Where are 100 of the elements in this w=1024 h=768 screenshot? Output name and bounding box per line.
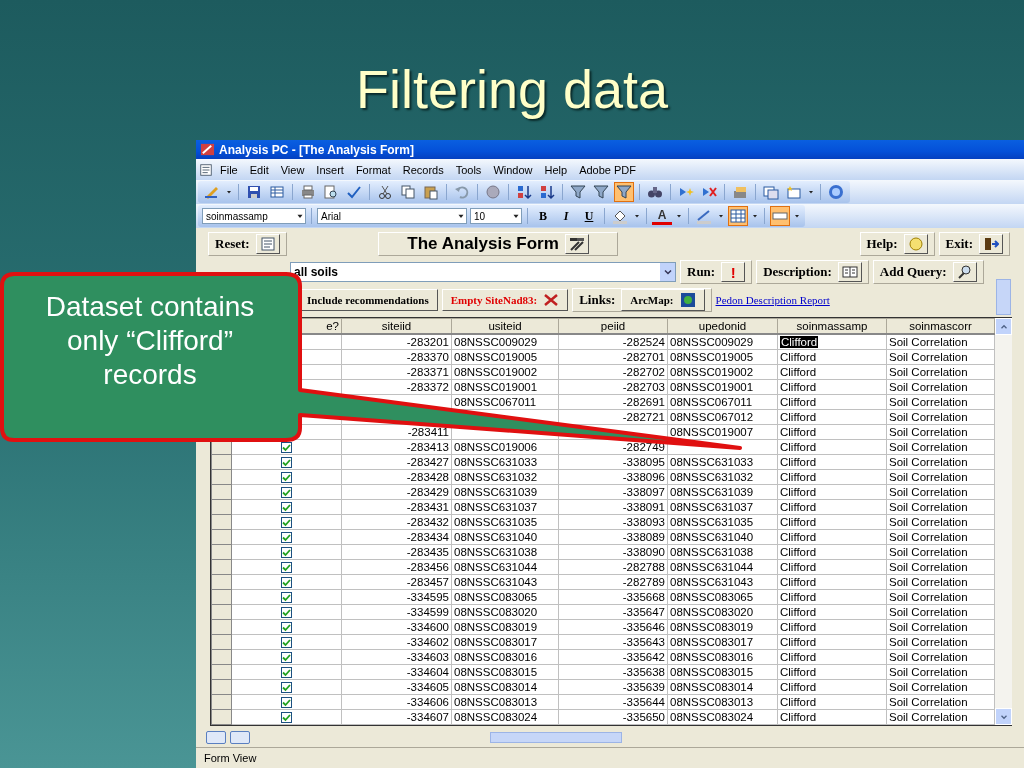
cross-icon bbox=[543, 292, 560, 308]
run-button[interactable]: ! bbox=[721, 262, 746, 282]
table-cell: Clifford bbox=[780, 666, 817, 678]
bold-button[interactable]: B bbox=[533, 207, 553, 225]
table-cell: Clifford bbox=[780, 516, 817, 528]
font-color-button[interactable]: A bbox=[652, 207, 672, 225]
table-cell: -335643 bbox=[558, 634, 668, 650]
table-cell: -283456 bbox=[341, 559, 452, 575]
menu-item[interactable]: Edit bbox=[243, 162, 275, 177]
new-object-icon bbox=[786, 184, 802, 200]
checkbox[interactable] bbox=[281, 517, 292, 529]
table-cell: 08NSSC631039 bbox=[667, 484, 778, 500]
object-combo[interactable]: soinmassamp bbox=[202, 208, 306, 224]
menu-item[interactable]: File bbox=[214, 162, 244, 177]
table-cell: 08NSSC083065 bbox=[667, 589, 778, 605]
sort-ascending-icon bbox=[516, 184, 532, 200]
add-query-button[interactable] bbox=[952, 262, 977, 282]
table-cell: Clifford bbox=[780, 681, 817, 693]
table-cell: 08NSSC083020 bbox=[451, 604, 559, 620]
menu-item[interactable]: Window bbox=[487, 162, 539, 177]
form-button[interactable] bbox=[255, 234, 280, 254]
checkbox[interactable] bbox=[281, 502, 292, 514]
special-effect-button[interactable] bbox=[770, 206, 790, 226]
table-cell: -282788 bbox=[558, 559, 668, 575]
table-cell: -338093 bbox=[558, 514, 668, 530]
checkbox[interactable] bbox=[281, 712, 292, 724]
table-cell: Soil Correlation bbox=[886, 469, 995, 485]
table-cell: Clifford bbox=[780, 636, 817, 648]
table-cell: 08NSSC083019 bbox=[451, 619, 559, 635]
table-cell: 08NSSC009029 bbox=[451, 334, 559, 350]
description-button[interactable] bbox=[837, 262, 862, 282]
checkbox[interactable] bbox=[281, 592, 292, 604]
checkbox[interactable] bbox=[281, 667, 292, 679]
checkbox[interactable] bbox=[281, 472, 292, 484]
record-first-button[interactable] bbox=[206, 730, 226, 744]
report-link[interactable]: Pedon Description Report bbox=[715, 294, 830, 306]
table-cell: -338097 bbox=[558, 484, 668, 500]
column-header[interactable]: e? bbox=[326, 320, 339, 332]
table-cell: -338091 bbox=[558, 499, 668, 515]
menu-item[interactable]: Records bbox=[396, 162, 450, 177]
table-cell: 08NSSC019002 bbox=[451, 364, 559, 380]
table-cell: Soil Correlation bbox=[886, 499, 995, 515]
table-cell: -334604 bbox=[341, 664, 452, 680]
column-header[interactable]: peiid bbox=[600, 320, 626, 332]
table-cell: -334595 bbox=[341, 589, 452, 605]
menu-item[interactable]: Format bbox=[349, 162, 397, 177]
table-cell: -338090 bbox=[558, 544, 668, 560]
scroll-thumb[interactable] bbox=[996, 279, 1011, 315]
checkbox[interactable] bbox=[281, 682, 292, 694]
underline-button[interactable]: U bbox=[579, 207, 599, 225]
table-cell: 08NSSC083013 bbox=[667, 694, 778, 710]
checkbox[interactable] bbox=[281, 652, 292, 664]
checkbox[interactable] bbox=[281, 442, 292, 454]
record-previous-button[interactable] bbox=[230, 730, 250, 744]
checkbox[interactable] bbox=[281, 457, 292, 469]
exit-button[interactable] bbox=[979, 234, 1003, 254]
checkbox[interactable] bbox=[281, 577, 292, 589]
copy-button[interactable] bbox=[398, 182, 418, 202]
table-cell: -335647 bbox=[558, 604, 668, 620]
empty-sitenad-button[interactable]: Empty SiteNad83: bbox=[441, 289, 569, 311]
font-combo[interactable]: Arial bbox=[317, 208, 467, 224]
funnel-button[interactable] bbox=[591, 182, 611, 202]
italic-button[interactable]: I bbox=[556, 207, 576, 225]
table-cell: -282691 bbox=[558, 394, 668, 410]
arcmap-button[interactable]: ArcMap: bbox=[621, 289, 705, 311]
properties-icon bbox=[732, 184, 748, 200]
table-cell: -334602 bbox=[341, 634, 452, 650]
table-cell: 08NSSC631040 bbox=[451, 529, 559, 545]
table-cell: -335639 bbox=[558, 679, 668, 695]
funnel-button[interactable] bbox=[614, 182, 634, 202]
table-cell: -338096 bbox=[558, 469, 668, 485]
menu-item[interactable]: Adobe PDF bbox=[573, 162, 642, 177]
menu-item[interactable]: View bbox=[274, 162, 311, 177]
checkbox[interactable] bbox=[281, 547, 292, 559]
table-cell: Soil Correlation bbox=[886, 349, 995, 365]
checkbox[interactable] bbox=[281, 622, 292, 634]
table-cell: 08NSSC083020 bbox=[667, 604, 778, 620]
table-cell: -335650 bbox=[558, 709, 668, 725]
table-cell: Clifford bbox=[780, 441, 817, 453]
funnel-button[interactable] bbox=[568, 182, 588, 202]
gridlines-button[interactable] bbox=[728, 206, 748, 226]
table-cell: Soil Correlation bbox=[886, 694, 995, 710]
menu-item[interactable]: Tools bbox=[449, 162, 488, 177]
checkbox[interactable] bbox=[281, 562, 292, 574]
scroll-thumb[interactable] bbox=[490, 731, 622, 743]
menu-item[interactable]: Insert bbox=[310, 162, 350, 177]
table-cell: Soil Correlation bbox=[886, 394, 995, 410]
menu-item[interactable]: Help bbox=[538, 162, 574, 177]
checkbox[interactable] bbox=[281, 697, 292, 709]
help-button[interactable] bbox=[903, 234, 928, 254]
tools-button[interactable] bbox=[564, 234, 589, 254]
checkbox[interactable] bbox=[281, 637, 292, 649]
checkbox[interactable] bbox=[281, 487, 292, 499]
checkbox[interactable] bbox=[281, 532, 292, 544]
scroll-up-button[interactable] bbox=[995, 318, 1012, 335]
table-cell: -283435 bbox=[341, 544, 452, 560]
table-cell: Clifford bbox=[780, 621, 817, 633]
scroll-down-button[interactable] bbox=[995, 708, 1012, 725]
font-size-combo[interactable]: 10 bbox=[470, 208, 522, 224]
checkbox[interactable] bbox=[281, 607, 292, 619]
